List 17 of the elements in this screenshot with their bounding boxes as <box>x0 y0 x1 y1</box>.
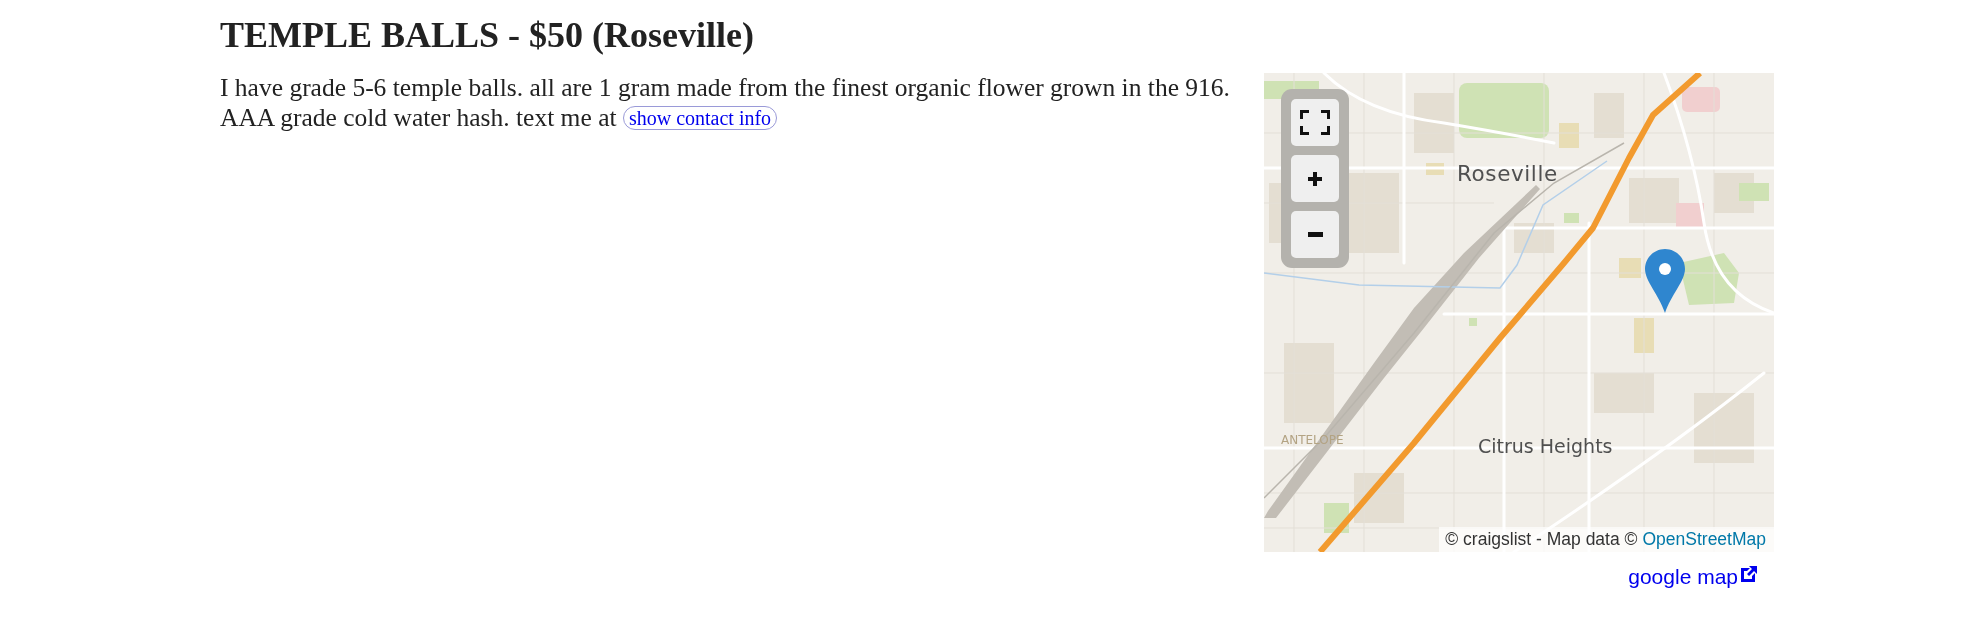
external-link-icon <box>1741 566 1757 582</box>
zoom-out-button[interactable] <box>1291 211 1339 258</box>
map-marker-icon <box>1645 249 1685 313</box>
map-place-label: Citrus Heights <box>1478 435 1613 457</box>
listing-title: TEMPLE BALLS - $50 (Roseville) <box>220 15 754 55</box>
map-place-label: ANTELOPE <box>1281 433 1344 447</box>
minus-icon <box>1307 232 1323 237</box>
attribution-text: © craigslist - Map data © <box>1445 529 1638 550</box>
zoom-in-button[interactable] <box>1291 155 1339 202</box>
google-map-link[interactable]: google map <box>1628 565 1757 589</box>
openstreetmap-link[interactable]: OpenStreetMap <box>1642 529 1766 550</box>
fullscreen-button[interactable] <box>1291 99 1339 146</box>
fullscreen-icon <box>1300 110 1330 135</box>
map-place-label: Roseville <box>1457 161 1558 186</box>
plus-icon <box>1308 171 1322 186</box>
show-contact-info-button[interactable]: show contact info <box>622 106 778 130</box>
listing-description: I have grade 5-6 temple balls. all are 1 gram made from the finest organic flower grown in the 916. AAA grade cold water hash. text me at show contact info <box>220 73 1231 133</box>
